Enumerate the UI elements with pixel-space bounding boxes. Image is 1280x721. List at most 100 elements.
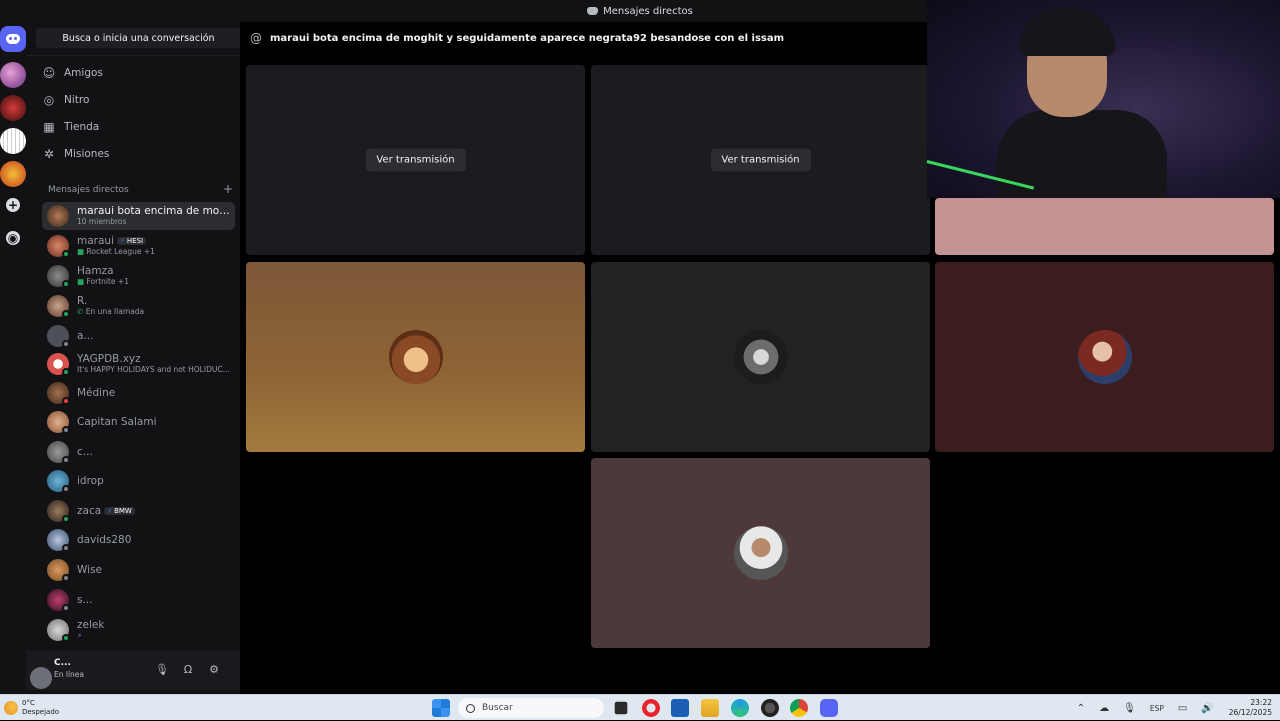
dm-header-label: Mensajes directos	[48, 185, 129, 195]
user-name: C...	[54, 658, 71, 668]
explore-icon[interactable]: ◉	[6, 231, 20, 245]
dm-item[interactable]: davids280	[42, 526, 235, 554]
dm-name: YAGPDB.xyz	[77, 353, 141, 365]
server-rail: + ◉	[0, 22, 26, 694]
headphones-icon[interactable]: Ω	[180, 662, 196, 678]
dm-item[interactable]: Capitan Salami	[42, 408, 235, 436]
participant-tile[interactable]	[935, 198, 1274, 255]
avatar	[388, 330, 443, 384]
discord-app-icon[interactable]	[820, 699, 838, 717]
dm-name: zelek	[77, 619, 105, 631]
missions-icon: ✲	[43, 147, 55, 161]
windows-start-icon[interactable]	[432, 699, 450, 717]
discord-logo-icon	[6, 34, 20, 44]
discord-window: Mensajes directos + ◉ Busca o inicia una…	[0, 0, 1280, 720]
user-status: En línea	[54, 670, 85, 679]
app-icon[interactable]	[761, 699, 779, 717]
home-button[interactable]	[0, 26, 26, 52]
dm-item[interactable]: R. ✆ En una llamada	[42, 292, 235, 320]
microphone-icon[interactable]: 🎙	[1123, 703, 1136, 714]
language-indicator[interactable]: ESP	[1150, 704, 1164, 713]
watch-stream-button[interactable]: Ver transmisión	[710, 148, 811, 172]
edge-icon[interactable]	[731, 699, 749, 717]
nav-label: Misiones	[64, 148, 110, 160]
avatar	[733, 330, 788, 384]
streamer-hat	[1019, 8, 1115, 56]
opera-icon[interactable]	[642, 699, 660, 717]
cloud-icon[interactable]: ☁	[1099, 703, 1109, 714]
search-placeholder: Buscar	[482, 703, 513, 713]
clock[interactable]: 23:22 26/12/2025	[1229, 698, 1272, 718]
weather-desc: Despejado	[22, 708, 60, 716]
server-icon[interactable]	[0, 95, 26, 121]
server-icon[interactable]	[0, 62, 26, 88]
avatar	[47, 205, 69, 227]
stream-tile[interactable]: Ver transmisión	[591, 65, 930, 255]
dm-name: Médine	[77, 387, 116, 399]
dm-item[interactable]: s...	[42, 586, 235, 614]
search-icon	[466, 703, 475, 713]
dm-item[interactable]: Médine	[42, 379, 235, 407]
status-indicator	[62, 634, 70, 642]
status-indicator	[62, 340, 70, 348]
participant-tile[interactable]	[591, 262, 930, 452]
dm-name: marauiHESI	[77, 235, 232, 247]
nav-nitro[interactable]: ◎ Nitro	[42, 89, 232, 111]
participant-tile[interactable]	[591, 458, 930, 648]
participant-tile[interactable]	[935, 262, 1274, 452]
file-explorer-icon[interactable]	[701, 699, 719, 717]
create-dm-icon[interactable]: +	[223, 183, 233, 195]
status-indicator	[62, 250, 70, 258]
discord-logo-icon	[587, 7, 599, 15]
add-server-icon[interactable]: +	[6, 198, 20, 212]
call-header: @ maraui bota encima de moghit y seguida…	[250, 31, 784, 45]
nav-friends[interactable]: ☺ Amigos	[42, 62, 232, 84]
dm-item[interactable]: Hamza ■ Fortnite +1	[42, 262, 235, 290]
weather-widget[interactable]: 0°C Despejado	[4, 699, 59, 717]
store-icon: ▦	[43, 120, 55, 134]
stream-tile[interactable]: Ver transmisión	[246, 65, 585, 255]
gear-icon[interactable]: ⚙	[206, 662, 222, 678]
badge: HESI	[117, 237, 147, 245]
task-view-icon[interactable]	[614, 701, 628, 715]
dm-item[interactable]: marauiHESI ■ Rocket League +1	[42, 232, 235, 260]
system-tray: ⌃ ☁ 🎙 ESP ▭ 🔊 23:22 26/12/2025	[1070, 695, 1272, 721]
dm-item-group[interactable]: maraui bota encima de moghi... 10 miembr…	[42, 202, 235, 230]
call-title: maraui bota encima de moghit y seguidame…	[270, 32, 785, 44]
status-indicator	[62, 310, 70, 318]
user-panel: C... En línea 🎙 Ω ⚙	[26, 650, 240, 690]
dm-activity: ■ Rocket League +1	[77, 247, 155, 256]
dm-item[interactable]: c...	[42, 438, 235, 466]
participant-tile[interactable]	[246, 262, 585, 452]
server-icon[interactable]	[0, 161, 26, 187]
dm-item[interactable]: idrop	[42, 467, 235, 495]
nav-missions[interactable]: ✲ Misiones	[42, 143, 232, 165]
server-icon[interactable]	[0, 128, 26, 154]
dm-activity: ✆ En una llamada	[77, 307, 145, 316]
dm-item[interactable]: a...	[42, 322, 235, 350]
nav-label: Tienda	[64, 121, 100, 133]
avatar	[733, 526, 788, 580]
watch-stream-button[interactable]: Ver transmisión	[365, 148, 466, 172]
network-icon[interactable]: ▭	[1178, 703, 1187, 714]
nitro-icon: ◎	[43, 93, 55, 107]
taskbar-search[interactable]: Buscar	[458, 698, 604, 718]
dm-item[interactable]: zacaBMW	[42, 497, 235, 525]
user-info[interactable]: C... En línea	[30, 658, 114, 689]
dm-item[interactable]: Wise	[42, 556, 235, 584]
dm-name: Wise	[77, 564, 102, 576]
microphone-icon[interactable]: 🎙	[154, 662, 170, 678]
status-indicator	[62, 397, 70, 405]
volume-icon[interactable]: 🔊	[1201, 703, 1213, 714]
dm-name: idrop	[77, 475, 104, 487]
chevron-up-icon[interactable]: ⌃	[1077, 703, 1085, 714]
store-app-icon[interactable]	[671, 699, 689, 717]
dm-item[interactable]: YAGPDB.xyz It's HAPPY HOLIDAYS and not H…	[42, 350, 235, 378]
window-title: Mensajes directos	[603, 5, 693, 17]
status-indicator	[62, 574, 70, 582]
nav-store[interactable]: ▦ Tienda	[42, 116, 232, 138]
chrome-icon[interactable]	[790, 699, 808, 717]
nav-label: Nitro	[64, 94, 90, 106]
find-conversation-button[interactable]: Busca o inicia una conversación	[36, 28, 241, 48]
dm-item[interactable]: zelek ⚡	[42, 616, 235, 644]
